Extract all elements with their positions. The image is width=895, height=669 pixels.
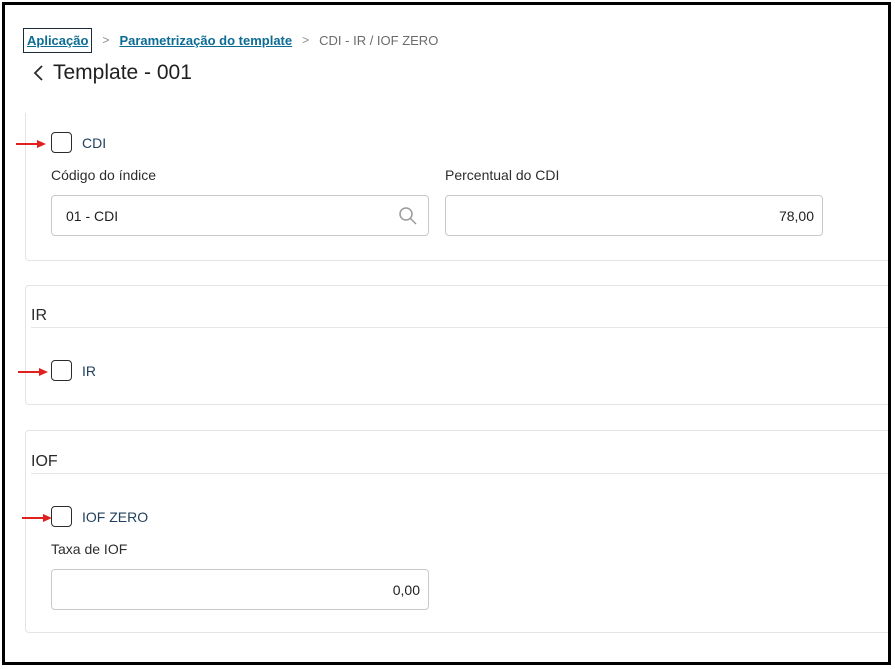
page-title: Template - 001 — [53, 61, 192, 84]
cdi-section — [25, 113, 888, 261]
percentual-input[interactable]: 78,00 — [445, 195, 823, 236]
iof-zero-checkbox[interactable] — [51, 506, 72, 527]
ir-checkbox-row[interactable]: IR — [51, 360, 96, 381]
cdi-checkbox[interactable] — [51, 132, 72, 153]
page-title-row: Template - 001 — [29, 61, 192, 85]
ir-divider — [31, 327, 888, 328]
ir-section-heading: IR — [31, 307, 47, 324]
breadcrumb-focus-box: Aplicação — [23, 27, 93, 53]
cdi-checkbox-row[interactable]: CDI — [51, 132, 106, 153]
breadcrumb-link-parametrizacao[interactable]: Parametrização do template — [119, 33, 292, 48]
cdi-checkbox-label: CDI — [82, 134, 107, 151]
taxa-iof-input[interactable]: 0,00 — [51, 569, 429, 610]
ir-section — [25, 285, 888, 405]
iof-section-heading: IOF — [31, 453, 58, 470]
indice-value: 01 - CDI — [66, 207, 119, 224]
red-arrow-icon — [22, 514, 52, 522]
ir-checkbox[interactable] — [51, 360, 72, 381]
breadcrumb-current: CDI - IR / IOF ZERO — [319, 32, 439, 48]
chevron-left-icon[interactable] — [29, 63, 49, 83]
search-icon[interactable] — [398, 206, 418, 226]
iof-divider — [31, 473, 888, 474]
indice-label: Código do índice — [51, 167, 157, 183]
red-arrow-icon — [18, 368, 48, 376]
iof-zero-checkbox-row[interactable]: IOF ZERO — [51, 506, 148, 527]
app-frame: Aplicação > Parametrização do template >… — [2, 2, 891, 665]
red-arrow-icon — [16, 140, 46, 148]
breadcrumb-separator: > — [102, 33, 110, 47]
indice-input[interactable]: 01 - CDI — [51, 195, 429, 236]
percentual-label: Percentual do CDI — [445, 167, 560, 183]
taxa-iof-value: 0,00 — [392, 581, 420, 598]
breadcrumb-separator: > — [302, 33, 310, 47]
breadcrumb-link-aplicacao[interactable]: Aplicação — [27, 33, 88, 48]
taxa-iof-label: Taxa de IOF — [51, 541, 128, 557]
iof-zero-checkbox-label: IOF ZERO — [82, 508, 149, 525]
breadcrumb: Aplicação > Parametrização do template >… — [23, 25, 438, 55]
percentual-value: 78,00 — [778, 207, 814, 224]
ir-checkbox-label: IR — [82, 362, 96, 379]
